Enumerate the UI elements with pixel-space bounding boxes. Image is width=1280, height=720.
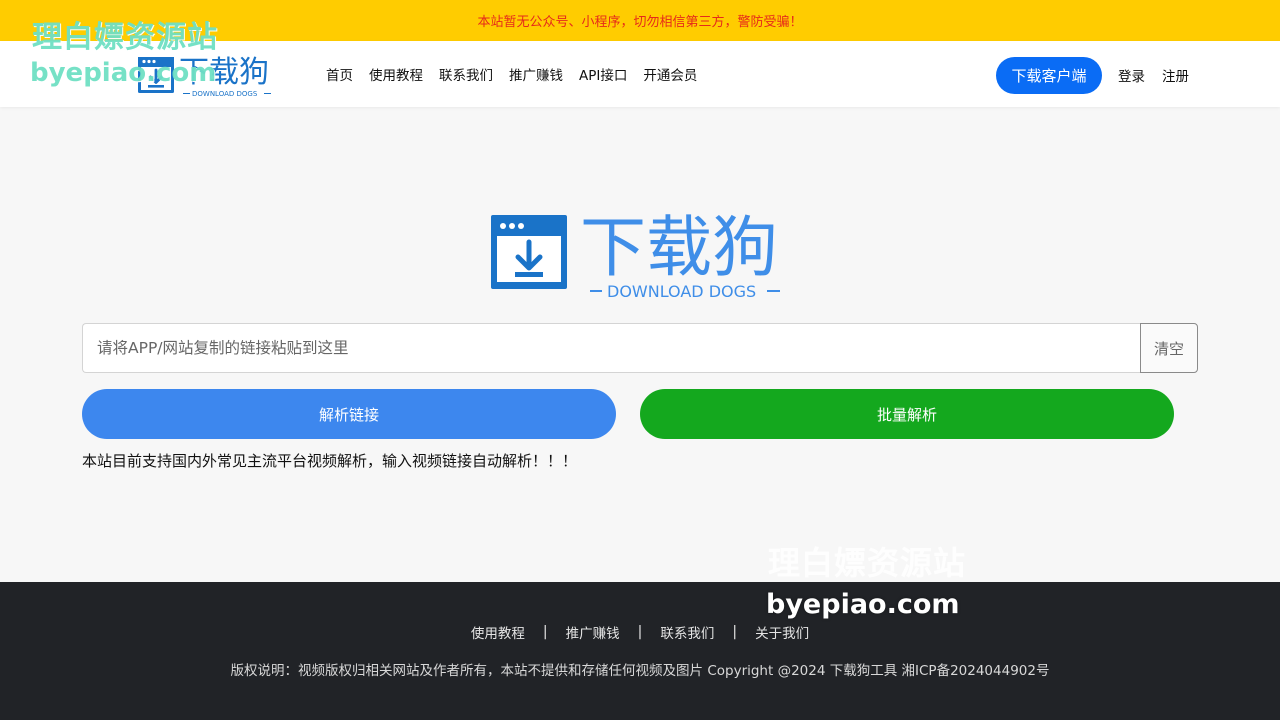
login-link[interactable]: 登录 <box>1118 65 1145 85</box>
nav-item-tutorial[interactable]: 使用教程 <box>369 64 423 84</box>
clear-button[interactable]: 清空 <box>1140 323 1198 373</box>
footer-separator: | <box>637 624 643 640</box>
footer-copyright: 版权说明：视频版权归相关网站及作者所有，本站不提供和存储任何视频及图片 Copy… <box>230 663 1050 679</box>
register-link[interactable]: 注册 <box>1162 65 1189 85</box>
link-input[interactable] <box>82 323 1141 373</box>
notice-text: 本站暂无公众号、小程序，切勿相信第三方，警防受骗！ <box>477 15 803 30</box>
nav-item-membership[interactable]: 开通会员 <box>643 64 697 84</box>
parse-link-button[interactable]: 解析链接 <box>82 389 616 439</box>
watermark-cn: 理白嫖资源站 <box>32 20 218 55</box>
nav-item-contact[interactable]: 联系我们 <box>439 64 493 84</box>
footer-link-contact[interactable]: 联系我们 <box>660 622 714 642</box>
footer-link-tutorial[interactable]: 使用教程 <box>471 622 525 642</box>
download-client-button[interactable]: 下载客户端 <box>996 57 1102 94</box>
support-text: 本站目前支持国内外常见主流平台视频解析，输入视频链接自动解析！！！ <box>82 452 578 470</box>
footer: 使用教程 | 推广赚钱 | 联系我们 | 关于我们 版权说明：视频版权归相关网站… <box>0 582 1280 720</box>
nav-item-home[interactable]: 首页 <box>326 64 353 84</box>
main-logo: 下载狗 DOWNLOAD DOGS <box>491 209 780 301</box>
nav-item-promote[interactable]: 推广赚钱 <box>509 64 563 84</box>
nav-item-api[interactable]: API接口 <box>579 64 627 84</box>
watermark-en: byepiao.com <box>766 589 960 620</box>
main-logo-title: 下载狗 <box>580 209 778 286</box>
main-logo-subtitle: DOWNLOAD DOGS <box>607 282 756 301</box>
batch-parse-button[interactable]: 批量解析 <box>640 389 1174 439</box>
footer-link-about[interactable]: 关于我们 <box>755 622 809 642</box>
footer-separator: | <box>542 624 548 640</box>
footer-link-promote[interactable]: 推广赚钱 <box>566 622 620 642</box>
watermark-en: byepiao.com <box>30 58 217 88</box>
watermark-cn: 理白嫖资源站 <box>768 544 967 582</box>
download-window-icon <box>491 215 567 289</box>
footer-links: 使用教程 | 推广赚钱 | 联系我们 | 关于我们 <box>0 622 1280 642</box>
main-nav: 首页 使用教程 联系我们 推广赚钱 API接口 开通会员 <box>326 41 697 107</box>
footer-separator: | <box>732 624 738 640</box>
header-logo-subtitle: DOWNLOAD DOGS <box>192 90 258 98</box>
